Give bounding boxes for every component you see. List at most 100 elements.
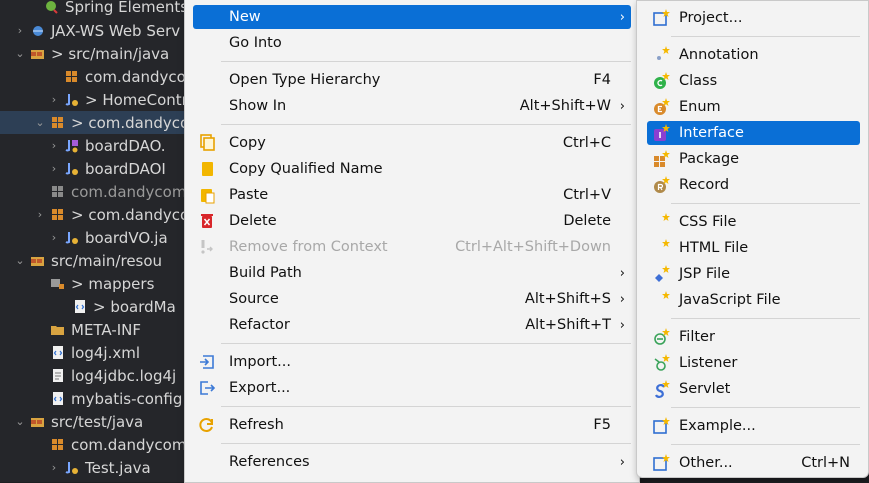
tree-expand-chevron-icon[interactable]: ⌄	[14, 47, 26, 60]
menu-item-import[interactable]: Import...	[193, 350, 631, 374]
new-menu-item-interface[interactable]: Interface	[647, 121, 860, 145]
menu-item-label: Annotation	[679, 47, 759, 63]
tree-row[interactable]: › > HomeContr	[0, 88, 200, 111]
tree-expand-chevron-icon[interactable]: ⌄	[14, 254, 26, 267]
new-menu-item-annotation[interactable]: Annotation	[647, 43, 860, 67]
menu-item-refresh[interactable]: Refresh F5	[193, 413, 631, 437]
submenu-arrow-icon: ›	[619, 317, 625, 333]
menu-item-label: CSS File	[679, 214, 737, 230]
paste-icon	[197, 185, 217, 205]
tree-row[interactable]: › boardVO.ja	[0, 226, 200, 249]
new-menu-item-class[interactable]: Class	[647, 69, 860, 93]
menu-item-build-path[interactable]: Build Path ›	[193, 261, 631, 285]
menu-item-label: Project...	[679, 10, 743, 26]
menu-item-label: Example...	[679, 418, 756, 434]
tree-row[interactable]: log4jdbc.log4j	[0, 364, 200, 387]
remove-context-icon	[197, 237, 217, 257]
tree-expand-chevron-icon[interactable]: ›	[48, 231, 60, 244]
tree-row[interactable]: mybatis-config	[0, 387, 200, 410]
new-html-file-icon	[651, 238, 671, 258]
package-icon	[50, 115, 65, 130]
tree-expand-chevron-icon[interactable]: ›	[48, 93, 60, 106]
menu-item-shortcut: Alt+Shift+W	[519, 98, 611, 114]
menu-item-shortcut: F5	[593, 417, 611, 433]
tree-row[interactable]: Spring Elements	[0, 0, 200, 18]
tree-row-label: com.dandycom	[85, 67, 200, 86]
menu-item-new[interactable]: New ›	[193, 5, 631, 29]
new-enum-icon	[651, 97, 671, 117]
tree-expand-chevron-icon[interactable]: ›	[48, 139, 60, 152]
source-folder-icon	[30, 414, 45, 429]
tree-expand-chevron-icon[interactable]: ›	[14, 24, 26, 37]
new-menu-item-filter[interactable]: Filter	[647, 325, 860, 349]
tree-row[interactable]: ⌄ src/main/resou	[0, 249, 200, 272]
new-menu-item-example[interactable]: Example...	[647, 414, 860, 438]
tree-row[interactable]: log4j.xml	[0, 341, 200, 364]
menu-item-label: Record	[679, 177, 730, 193]
webservice-icon	[30, 23, 45, 38]
tree-row-label: src/test/java	[51, 412, 144, 431]
menu-item-source[interactable]: Source Alt+Shift+S ›	[193, 287, 631, 311]
tree-expand-chevron-icon[interactable]: ›	[34, 208, 46, 221]
tree-row[interactable]: com.dandycom	[0, 433, 200, 456]
tree-row[interactable]: › boardDAOI	[0, 157, 200, 180]
new-menu-item-jsp-file[interactable]: JSP File	[647, 262, 860, 286]
file-icon	[50, 368, 65, 383]
menu-item-copy[interactable]: Copy Ctrl+C	[193, 131, 631, 155]
new-menu-item-css-file[interactable]: CSS File	[647, 210, 860, 234]
new-javascript-file-icon	[651, 290, 671, 310]
menu-item-label: Class	[679, 73, 718, 89]
menu-item-label: Enum	[679, 99, 721, 115]
menu-item-delete[interactable]: Delete Delete	[193, 209, 631, 233]
context-menu: New › Go Into Open Type Hierarchy F4 Show In A…	[184, 0, 640, 483]
tree-expand-chevron-icon[interactable]: ⌄	[14, 415, 26, 428]
tree-row[interactable]: ⌄ > src/main/java	[0, 42, 200, 65]
tree-row[interactable]: ⌄ src/test/java	[0, 410, 200, 433]
copy-qualified-icon	[197, 159, 217, 179]
tree-row[interactable]: > mappers	[0, 272, 200, 295]
menu-item-references[interactable]: References ›	[193, 450, 631, 474]
menu-item-label: Refresh	[229, 417, 284, 433]
new-menu-item-servlet[interactable]: Servlet	[647, 377, 860, 401]
new-menu-item-other[interactable]: Other... Ctrl+N	[647, 451, 860, 475]
new-menu-item-listener[interactable]: Listener	[647, 351, 860, 375]
tree-row[interactable]: ⌄ > com.dandyco	[0, 111, 200, 134]
tree-row[interactable]: › > com.dandyco	[0, 203, 200, 226]
new-jsp-file-icon	[651, 264, 671, 284]
tree-expand-chevron-icon[interactable]: ›	[48, 461, 60, 474]
menu-item-label: Refactor	[229, 317, 290, 333]
tree-row-label: com.dandycom	[71, 435, 187, 454]
menu-item-refactor[interactable]: Refactor Alt+Shift+T ›	[193, 313, 631, 337]
menu-item-label: Package	[679, 151, 740, 167]
menu-item-label: Other...	[679, 455, 733, 471]
menu-item-label: Export...	[229, 380, 291, 396]
menu-item-open-type-hierarchy[interactable]: Open Type Hierarchy F4	[193, 68, 631, 92]
menu-item-copy-qualified-name[interactable]: Copy Qualified Name	[193, 157, 631, 181]
tree-row[interactable]: com.dandycom	[0, 180, 200, 203]
tree-row-label: > HomeContr	[85, 90, 188, 109]
tree-row[interactable]: › Test.java	[0, 456, 200, 479]
tree-row[interactable]: › JAX-WS Web Serv	[0, 19, 200, 42]
menu-item-go-into[interactable]: Go Into	[193, 31, 631, 55]
new-menu-item-enum[interactable]: Enum	[647, 95, 860, 119]
menu-item-show-in[interactable]: Show In Alt+Shift+W ›	[193, 94, 631, 118]
tree-expand-chevron-icon[interactable]: ›	[48, 162, 60, 175]
new-menu-item-javascript-file[interactable]: JavaScript File	[647, 288, 860, 312]
tree-row-label: boardDAOI	[85, 159, 166, 178]
new-menu-item-html-file[interactable]: HTML File	[647, 236, 860, 260]
tree-row[interactable]: META-INF	[0, 318, 200, 341]
new-menu-item-package[interactable]: Package	[647, 147, 860, 171]
menu-item-label: Copy	[229, 135, 266, 151]
tree-row[interactable]: com.dandycom	[0, 65, 200, 88]
tree-row[interactable]: > boardMa	[0, 295, 200, 318]
menu-item-paste[interactable]: Paste Ctrl+V	[193, 183, 631, 207]
menu-item-label: Listener	[679, 355, 738, 371]
menu-item-shortcut: F4	[593, 72, 611, 88]
new-menu-item-record[interactable]: Record	[647, 173, 860, 197]
new-menu-item-project[interactable]: Project...	[647, 6, 860, 30]
tree-row[interactable]: › boardDAO.	[0, 134, 200, 157]
tree-expand-chevron-icon[interactable]: ⌄	[34, 116, 46, 129]
menu-item-label: Remove from Context	[229, 239, 388, 255]
menu-item-export[interactable]: Export...	[193, 376, 631, 400]
menu-item-shortcut: Ctrl+Alt+Shift+Down	[455, 239, 611, 255]
